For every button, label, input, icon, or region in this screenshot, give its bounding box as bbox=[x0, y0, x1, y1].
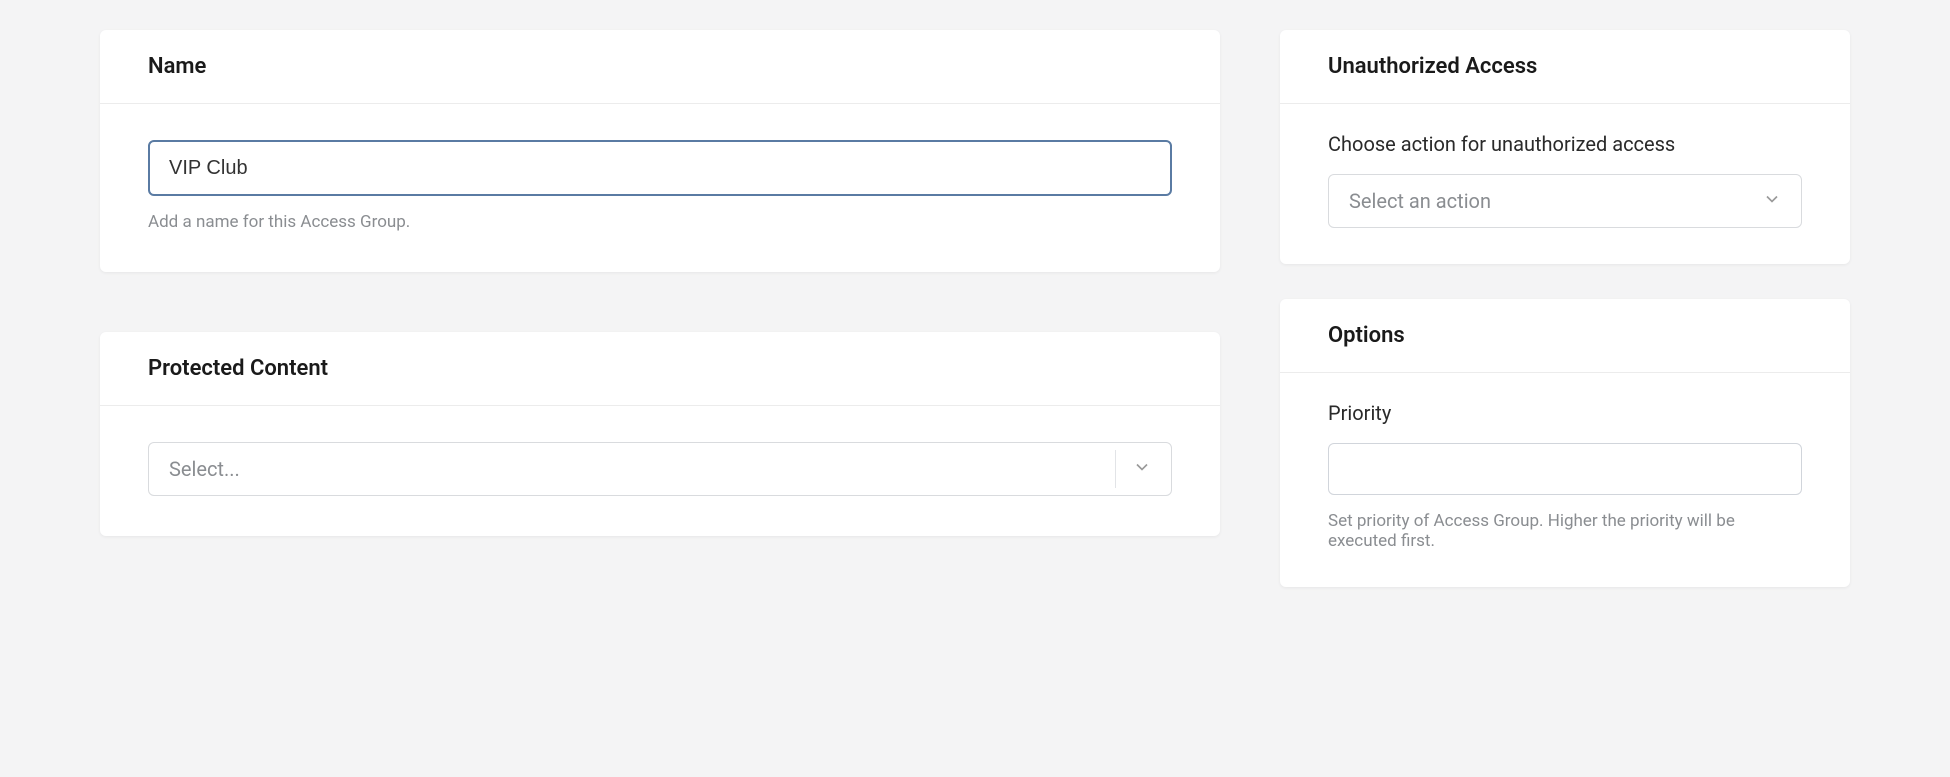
card-header: Unauthorized Access bbox=[1280, 30, 1850, 104]
options-card: Options Priority Set priority of Access … bbox=[1280, 299, 1850, 587]
priority-helper-text: Set priority of Access Group. Higher the… bbox=[1328, 511, 1802, 551]
card-header: Name bbox=[100, 30, 1220, 104]
select-divider bbox=[1115, 450, 1116, 488]
unauthorized-action-select[interactable]: Select an action bbox=[1328, 174, 1802, 228]
card-header: Protected Content bbox=[100, 332, 1220, 406]
name-helper-text: Add a name for this Access Group. bbox=[148, 212, 1172, 232]
card-title-protected: Protected Content bbox=[148, 356, 1172, 381]
select-placeholder: Select... bbox=[169, 457, 240, 481]
priority-input[interactable] bbox=[1328, 443, 1802, 495]
select-placeholder: Select an action bbox=[1349, 189, 1491, 213]
card-title-options: Options bbox=[1328, 323, 1802, 348]
name-card: Name Add a name for this Access Group. bbox=[100, 30, 1220, 272]
priority-label: Priority bbox=[1328, 401, 1802, 425]
unauthorized-action-label: Choose action for unauthorized access bbox=[1328, 132, 1802, 156]
card-title-name: Name bbox=[148, 54, 1172, 79]
protected-content-select[interactable]: Select... bbox=[148, 442, 1172, 496]
name-input[interactable] bbox=[148, 140, 1172, 196]
protected-content-card: Protected Content Select... bbox=[100, 332, 1220, 536]
unauthorized-access-card: Unauthorized Access Choose action for un… bbox=[1280, 30, 1850, 264]
card-header: Options bbox=[1280, 299, 1850, 373]
card-title-unauthorized: Unauthorized Access bbox=[1328, 54, 1802, 79]
